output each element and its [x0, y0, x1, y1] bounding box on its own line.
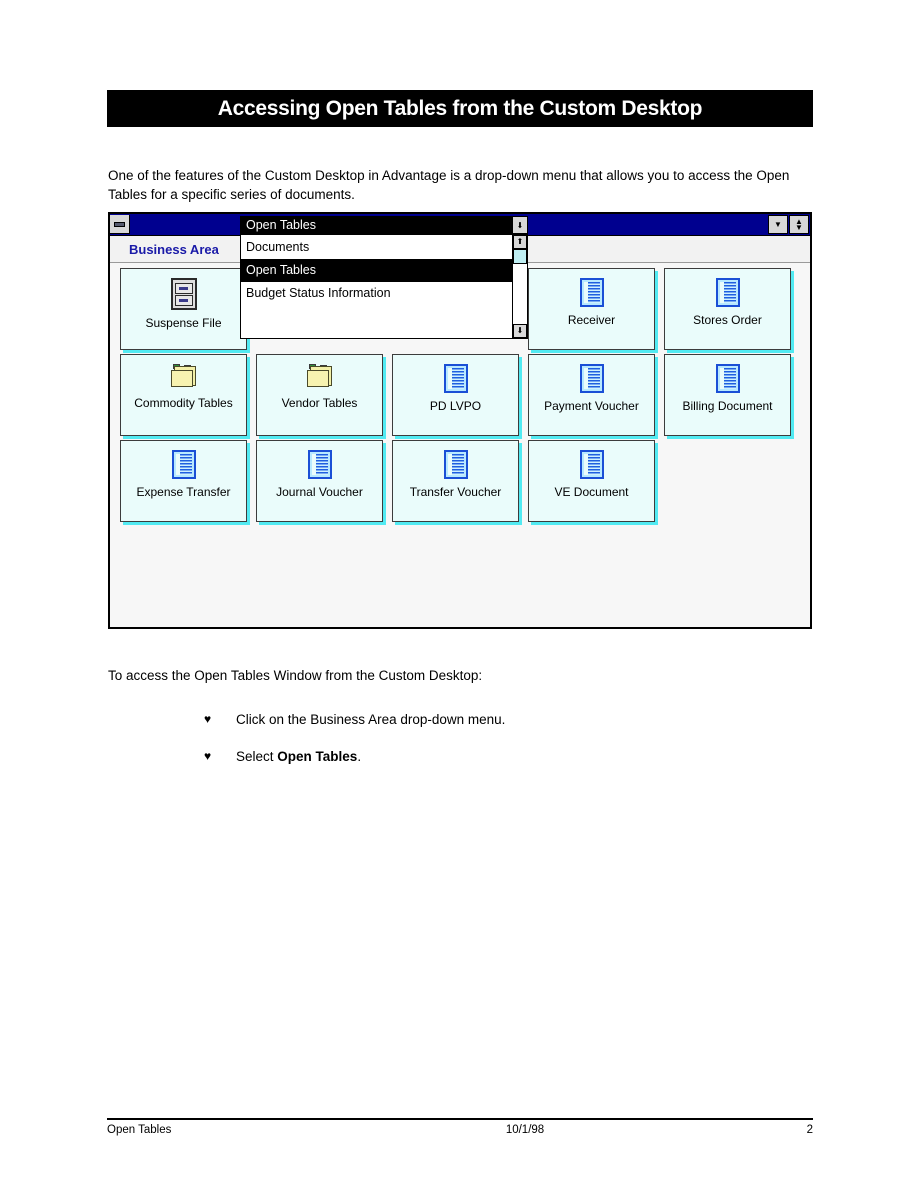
minimize-button[interactable]: ▼: [768, 215, 788, 234]
document-icon: [579, 450, 604, 479]
step-text: Click on the Business Area drop-down men…: [236, 712, 506, 727]
tile-payment-voucher[interactable]: Payment Voucher: [528, 354, 655, 436]
folder-icon: [306, 364, 334, 390]
tile-suspense-file[interactable]: Suspense File: [120, 268, 247, 350]
business-functions-window: Business Functions ▼ ▲▼ Business Area Op…: [108, 212, 812, 629]
chevron-down-icon: ▼: [774, 219, 782, 229]
system-menu-icon: [114, 221, 125, 227]
page-footer: Open Tables 10/1/98 2: [107, 1124, 813, 1136]
system-menu-button[interactable]: [110, 215, 130, 234]
page-banner: Accessing Open Tables from the Custom De…: [107, 90, 813, 127]
footer-page-number: 2: [806, 1124, 813, 1136]
intro-paragraph: One of the features of the Custom Deskto…: [108, 167, 790, 202]
footer-date: 10/1/98: [505, 1124, 545, 1136]
instructions-lead-in: To access the Open Tables Window from th…: [108, 668, 483, 683]
tile-billing-document[interactable]: Billing Document: [664, 354, 791, 436]
tile-label: Suspense File: [145, 316, 222, 330]
instruction-steps: ♥ Click on the Business Area drop-down m…: [204, 712, 804, 786]
tile-journal-voucher[interactable]: Journal Voucher: [256, 440, 383, 522]
tile-expense-transfer[interactable]: Expense Transfer: [120, 440, 247, 522]
tile-label: Expense Transfer: [136, 485, 231, 499]
document-icon: [443, 450, 468, 479]
document-icon: [579, 364, 604, 393]
document-icon: [715, 364, 740, 393]
dropdown-item-budget-status-information[interactable]: Budget Status Information: [241, 282, 512, 305]
window-controls: ▼ ▲ ▼: [767, 215, 809, 234]
tile-pd-lvpo[interactable]: PD LVPO: [392, 354, 519, 436]
scroll-down-button[interactable]: ⬇: [513, 324, 527, 338]
step-emphasis: Open Tables: [277, 749, 358, 764]
tile-label: PD LVPO: [429, 399, 482, 413]
grid-row: Expense Transfer Journal Voucher Transfe…: [120, 440, 800, 522]
page-title: Accessing Open Tables from the Custom De…: [217, 96, 703, 120]
tile-commodity-tables[interactable]: Commodity Tables: [120, 354, 247, 436]
dropdown-items: Documents Open Tables Budget Status Info…: [241, 235, 512, 338]
business-area-label: Business Area: [129, 241, 219, 257]
list-item: ♥ Click on the Business Area drop-down m…: [204, 712, 804, 727]
business-area-combobox[interactable]: Open Tables ⬇: [240, 216, 528, 234]
scrollbar-thumb[interactable]: [513, 249, 527, 264]
dropdown-item-documents[interactable]: Documents: [241, 236, 512, 259]
step-text: Select Open Tables.: [236, 749, 362, 764]
tile-label: Stores Order: [693, 313, 762, 327]
dropdown-item-open-tables[interactable]: Open Tables: [241, 259, 512, 282]
footer-document-name: Open Tables: [107, 1124, 172, 1136]
tile-label: Commodity Tables: [134, 396, 233, 410]
document-icon: [715, 278, 740, 307]
scrollbar-track[interactable]: [513, 264, 527, 324]
dropdown-scrollbar[interactable]: ⬆ ⬇: [512, 235, 527, 338]
document-icon: [443, 364, 468, 393]
document-icon: [171, 450, 196, 479]
heart-bullet-icon: ♥: [204, 749, 212, 763]
tile-label: Transfer Voucher: [409, 485, 502, 499]
chevron-down-icon[interactable]: ⬇: [512, 217, 527, 233]
business-area-selected-value: Open Tables: [241, 217, 512, 233]
tile-label: Journal Voucher: [276, 485, 363, 499]
tile-stores-order[interactable]: Stores Order: [664, 268, 791, 350]
filing-cabinet-icon: [170, 278, 197, 310]
tile-transfer-voucher[interactable]: Transfer Voucher: [392, 440, 519, 522]
tile-label: Vendor Tables: [281, 396, 358, 410]
restore-icon: ▲ ▼: [795, 216, 803, 232]
tile-label: Receiver: [567, 313, 616, 327]
document-icon: [307, 450, 332, 479]
tile-label: Payment Voucher: [544, 399, 639, 413]
tile-label: Billing Document: [682, 399, 773, 413]
tile-vendor-tables[interactable]: Vendor Tables: [256, 354, 383, 436]
scroll-up-button[interactable]: ⬆: [513, 235, 527, 249]
tile-receiver[interactable]: Receiver: [528, 268, 655, 350]
restore-button[interactable]: ▲ ▼: [789, 215, 809, 234]
tile-label: VE Document: [554, 485, 629, 499]
tile-ve-document[interactable]: VE Document: [528, 440, 655, 522]
folder-icon: [170, 364, 198, 390]
heart-bullet-icon: ♥: [204, 712, 212, 726]
grid-row: Commodity Tables Vendor Tables PD LVPO P…: [120, 354, 800, 436]
document-icon: [579, 278, 604, 307]
list-item: ♥ Select Open Tables.: [204, 749, 804, 764]
business-area-dropdown-list[interactable]: Documents Open Tables Budget Status Info…: [240, 234, 528, 339]
footer-divider: [107, 1118, 813, 1120]
